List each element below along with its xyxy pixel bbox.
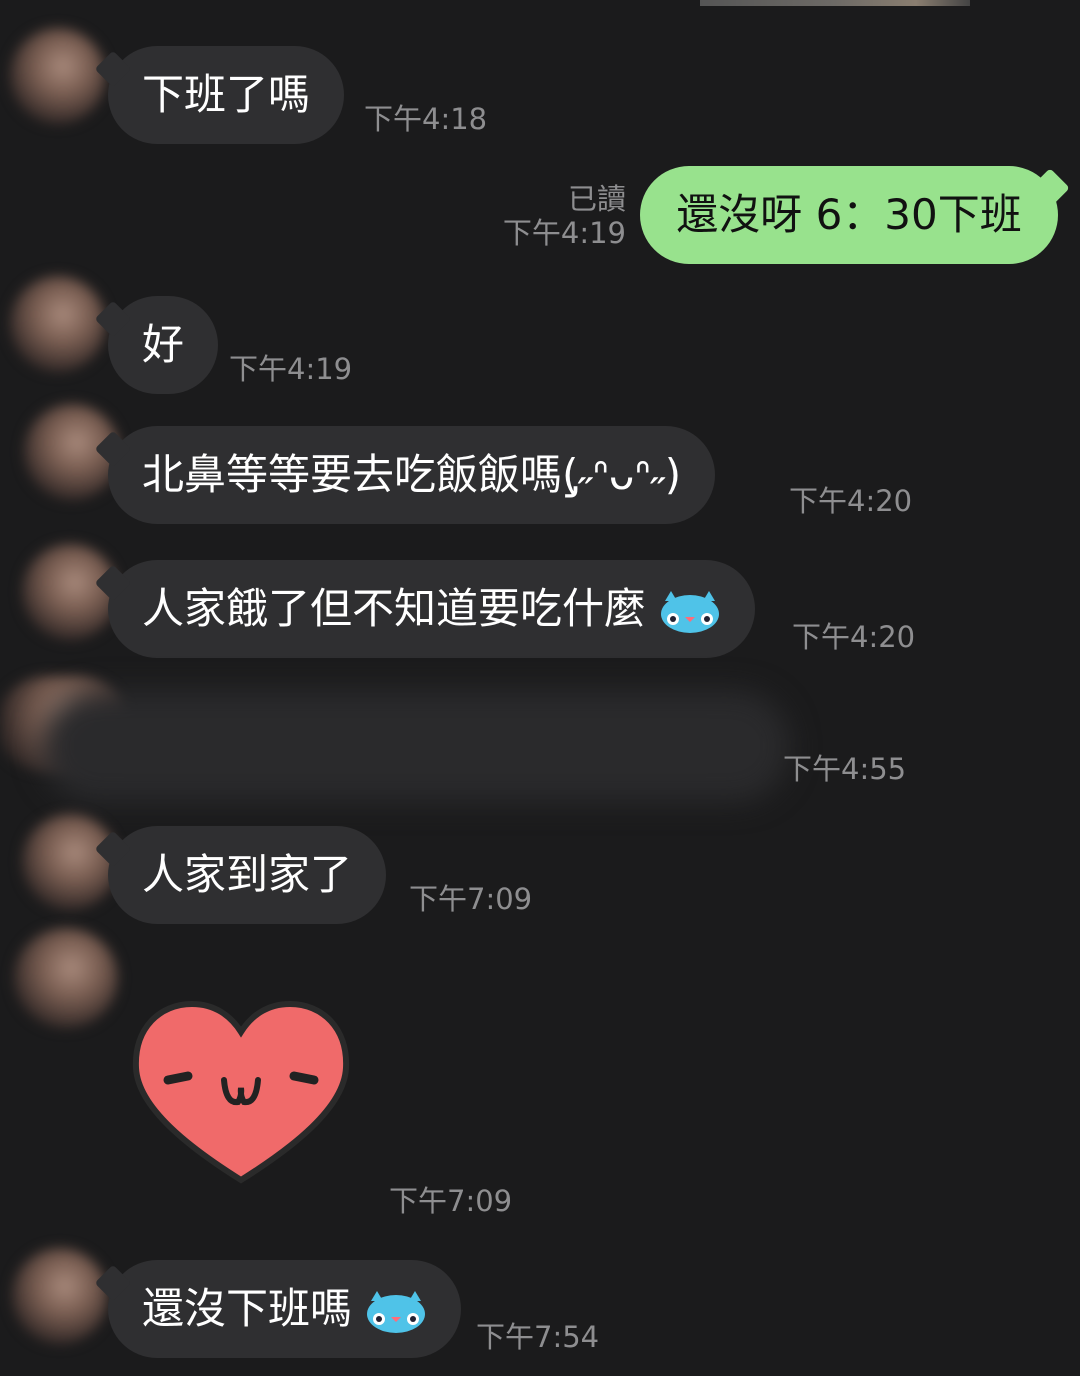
image-thumbnail[interactable] bbox=[700, 0, 970, 6]
incoming-message[interactable]: 還沒下班嗎 bbox=[108, 1260, 462, 1358]
message-text: 還沒下班嗎 bbox=[142, 1284, 353, 1333]
incoming-message[interactable]: 下班了嗎 bbox=[108, 46, 345, 144]
message-time: 下午4:18 bbox=[364, 102, 488, 136]
read-receipt: 已讀 bbox=[567, 182, 626, 216]
message-time: 下午4:20 bbox=[792, 620, 916, 654]
chat-screen: 下班了嗎 下午4:18 已讀 下午4:19 還沒呀 6：30下班 好 下午4:1… bbox=[0, 0, 1080, 1376]
message-text: 下班了嗎 bbox=[142, 70, 311, 119]
incoming-message[interactable]: 人家到家了 bbox=[108, 826, 387, 924]
message-text: 人家餓了但不知道要吃什麼 bbox=[142, 584, 647, 633]
message-time: 下午4:19 bbox=[502, 216, 626, 250]
message-text: 北鼻等等要去吃飯飯嗎(̡˶ᐢᴗᐢ˶) bbox=[142, 450, 682, 499]
crying-cat-emoji bbox=[367, 1290, 426, 1333]
blurred-message[interactable] bbox=[40, 690, 790, 802]
message-time: 下午4:20 bbox=[789, 484, 913, 518]
contact-avatar[interactable] bbox=[22, 814, 118, 910]
message-time: 下午4:19 bbox=[229, 352, 353, 386]
message-text: 好 bbox=[142, 320, 185, 369]
message-time: 下午7:09 bbox=[389, 1184, 513, 1218]
message-meta: 已讀 下午4:19 bbox=[470, 182, 626, 250]
contact-avatar[interactable] bbox=[12, 1248, 108, 1344]
smiling-heart-sticker[interactable] bbox=[130, 998, 352, 1188]
message-time: 下午7:54 bbox=[476, 1320, 600, 1354]
message-text: 還沒呀 6：30下班 bbox=[676, 190, 1022, 239]
incoming-message[interactable]: 好 bbox=[108, 296, 219, 394]
outgoing-message[interactable]: 還沒呀 6：30下班 bbox=[640, 166, 1058, 264]
message-time: 下午7:09 bbox=[409, 882, 533, 916]
contact-avatar[interactable] bbox=[10, 276, 106, 372]
contact-avatar[interactable] bbox=[14, 928, 118, 1028]
incoming-message[interactable]: 人家餓了但不知道要吃什麼 bbox=[108, 560, 756, 658]
message-text: 人家到家了 bbox=[142, 850, 353, 899]
message-time: 下午4:55 bbox=[783, 752, 907, 786]
contact-avatar[interactable] bbox=[10, 28, 106, 124]
crying-cat-emoji bbox=[661, 590, 720, 633]
incoming-message[interactable]: 北鼻等等要去吃飯飯嗎(̡˶ᐢᴗᐢ˶) bbox=[108, 426, 716, 524]
